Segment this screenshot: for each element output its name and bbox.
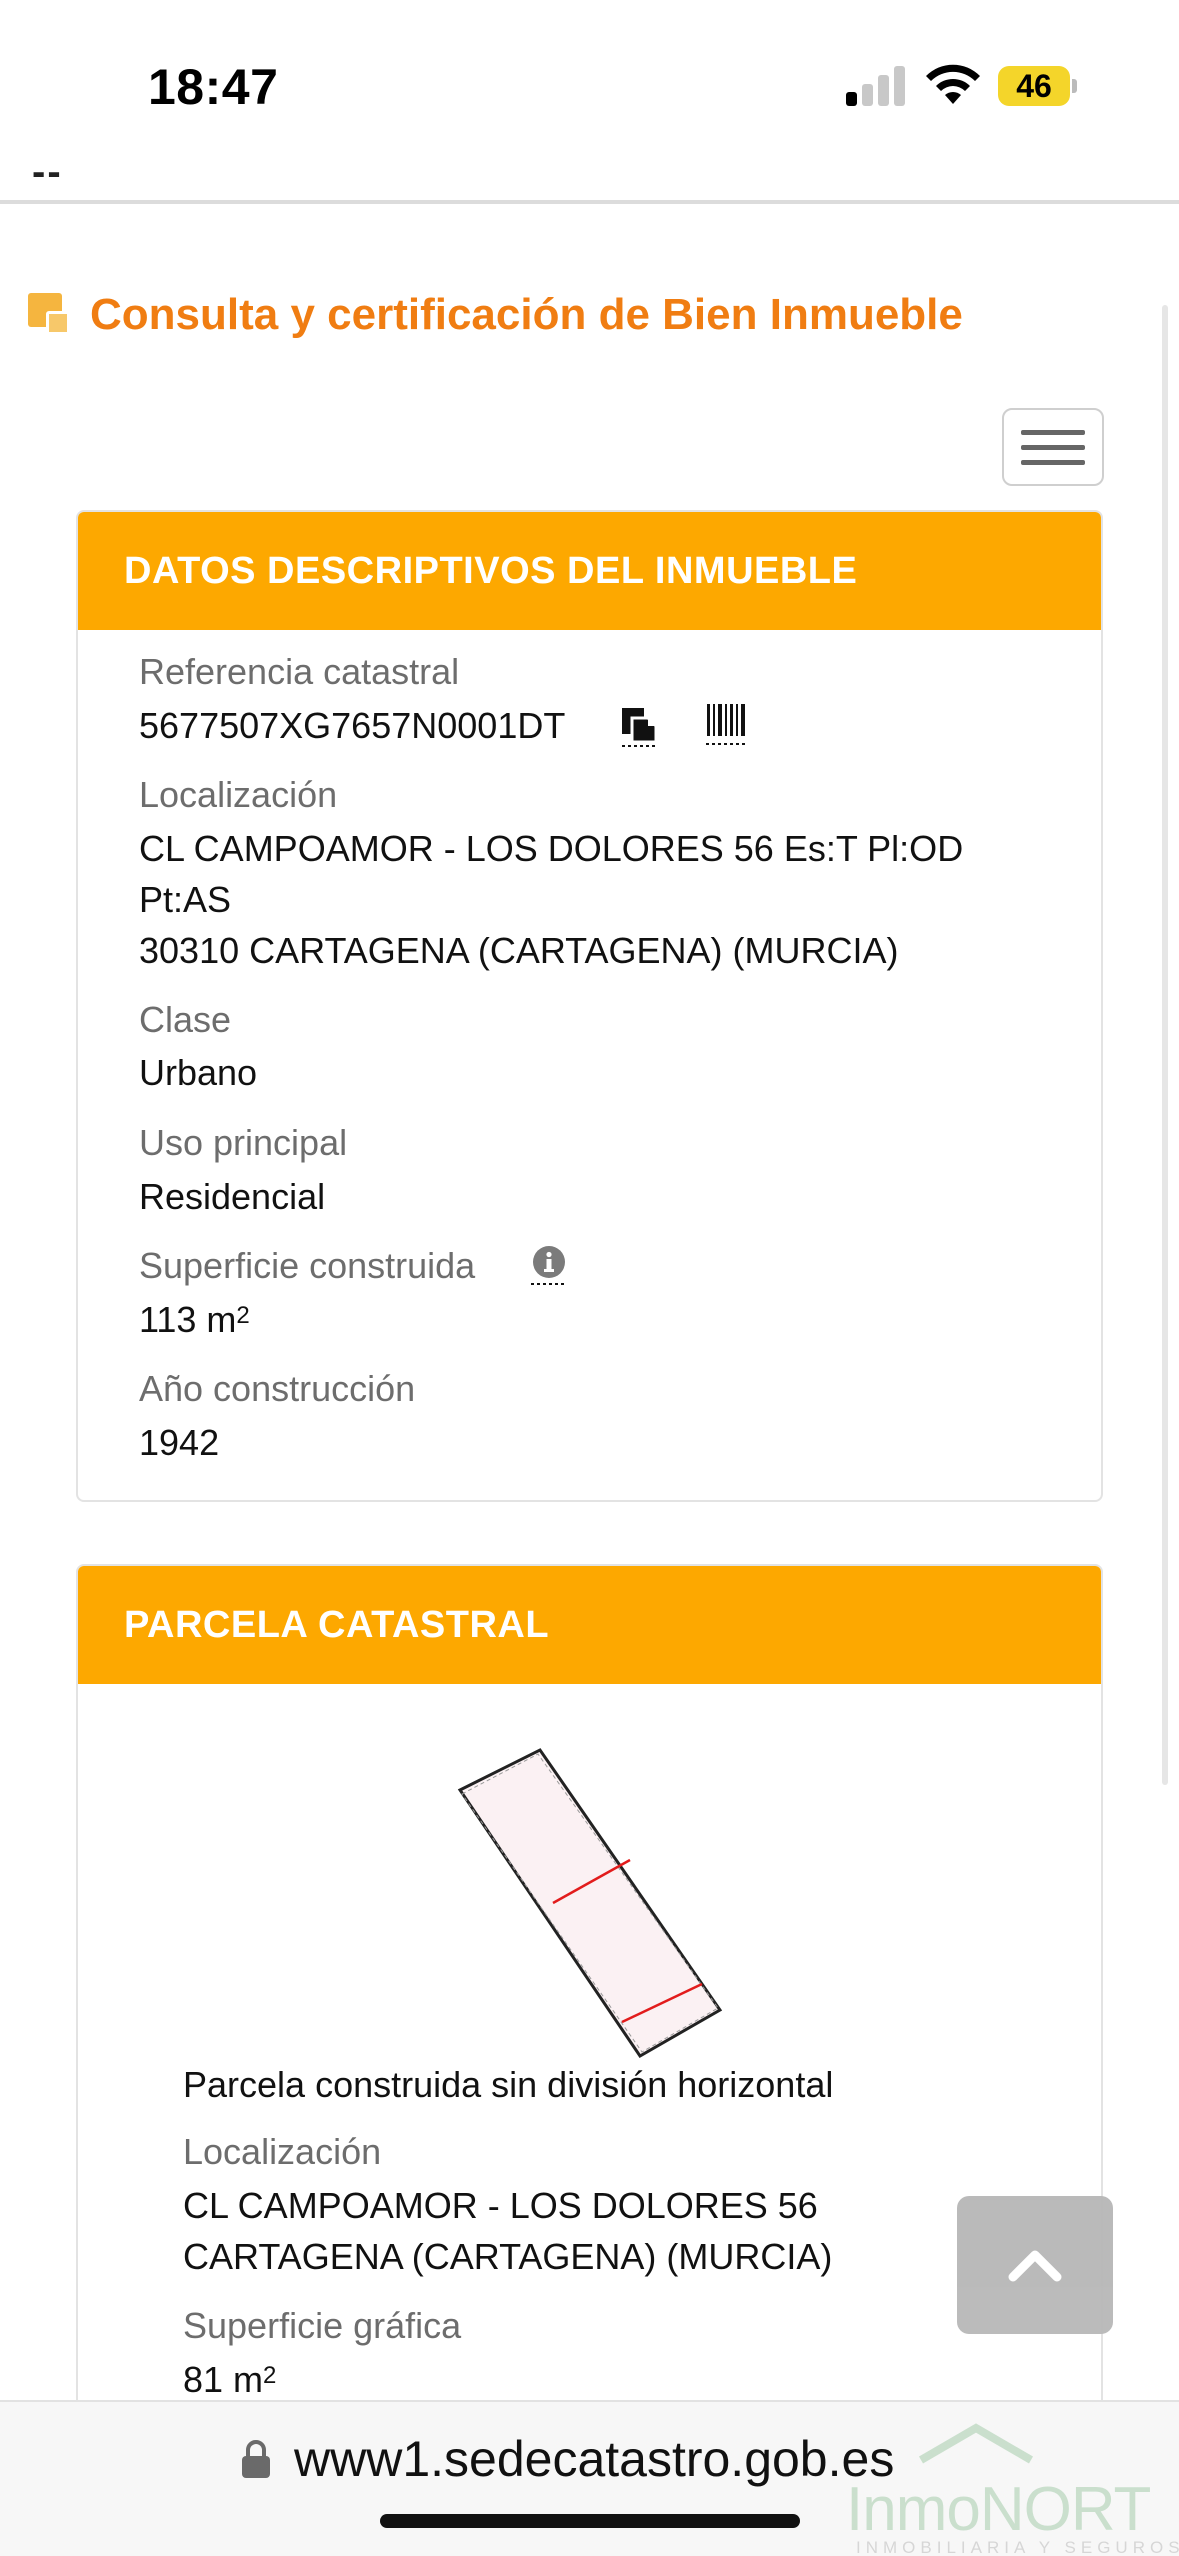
- anio-construccion-label: Año construcción: [139, 1368, 416, 1409]
- cellular-signal-icon: [846, 66, 905, 106]
- superficie-construida-value: 113 m2: [139, 1299, 250, 1340]
- referencia-label: Referencia catastral: [139, 651, 460, 692]
- localizacion-line-2: Pt:AS: [139, 879, 232, 920]
- menu-button[interactable]: [1002, 408, 1104, 486]
- inmonort-watermark: InmoNORT INMOBILIARIA Y SEGUROS: [846, 2420, 1179, 2556]
- superficie-grafica-label: Superficie gráfica: [183, 2305, 462, 2346]
- url-text: www1.sedecatastro.gob.es: [294, 2431, 895, 2487]
- watermark-brand: InmoNORT: [846, 2475, 1151, 2544]
- parcel-map[interactable]: [450, 1690, 730, 2070]
- clase-value: Urbano: [139, 1052, 258, 1093]
- status-time: 18:47: [148, 59, 279, 115]
- info-icon[interactable]: [531, 1246, 567, 1286]
- localizacion-line-3: 30310 CARTAGENA (CARTAGENA) (MURCIA): [139, 930, 899, 971]
- localizacion-line-1: CL CAMPOAMOR - LOS DOLORES 56 Es:T Pl:OD: [139, 828, 964, 869]
- battery-level: 46: [998, 66, 1070, 106]
- chevron-up-icon: [1008, 2250, 1062, 2282]
- parcela-panel-header: PARCELA CATASTRAL: [78, 1566, 1101, 1684]
- catastro-logo-icon: [28, 293, 72, 337]
- superficie-construida-label: Superficie construida: [139, 1245, 476, 1286]
- parcela-localizacion-label: Localización: [183, 2131, 382, 2172]
- home-indicator[interactable]: [380, 2514, 800, 2528]
- battery-icon: 46: [998, 66, 1077, 106]
- watermark-tagline: INMOBILIARIA Y SEGUROS: [856, 2538, 1179, 2556]
- wifi-icon: [926, 64, 980, 104]
- address-bar[interactable]: www1.sedecatastro.gob.es: [240, 2430, 894, 2488]
- superficie-grafica-value: 81 m2: [183, 2359, 277, 2400]
- page-scrollbar[interactable]: [1162, 305, 1168, 1785]
- inmueble-panel-header: DATOS DESCRIPTIVOS DEL INMUEBLE: [78, 512, 1101, 630]
- copy-icon[interactable]: [620, 706, 660, 748]
- clase-label: Clase: [139, 999, 232, 1040]
- screen: 18:47 46 -- Consulta y certificación de …: [0, 0, 1179, 2556]
- referencia-value: 5677507XG7657N0001DT: [139, 705, 566, 746]
- parcela-localizacion-line-1: CL CAMPOAMOR - LOS DOLORES 56: [183, 2185, 818, 2226]
- barcode-icon[interactable]: [706, 700, 746, 748]
- parcela-descripcion: Parcela construida sin división horizont…: [183, 2064, 834, 2105]
- parcela-localizacion-line-2: CARTAGENA (CARTAGENA) (MURCIA): [183, 2236, 833, 2277]
- hamburger-icon: [1021, 429, 1085, 435]
- scroll-top-button[interactable]: [957, 2196, 1113, 2334]
- anio-construccion-value: 1942: [139, 1422, 220, 1463]
- page-title-text: Consulta y certificación de Bien Inmuebl…: [90, 290, 963, 339]
- status-bar: 18:47 46: [0, 0, 1179, 170]
- lock-icon: [242, 2440, 270, 2478]
- uso-value: Residencial: [139, 1176, 326, 1217]
- page-title: Consulta y certificación de Bien Inmuebl…: [28, 290, 963, 340]
- nav-indicator: --: [32, 150, 63, 194]
- top-divider: [0, 200, 1179, 204]
- uso-label: Uso principal: [139, 1122, 348, 1163]
- localizacion-label: Localización: [139, 774, 338, 815]
- house-roof-icon: [918, 2423, 1034, 2464]
